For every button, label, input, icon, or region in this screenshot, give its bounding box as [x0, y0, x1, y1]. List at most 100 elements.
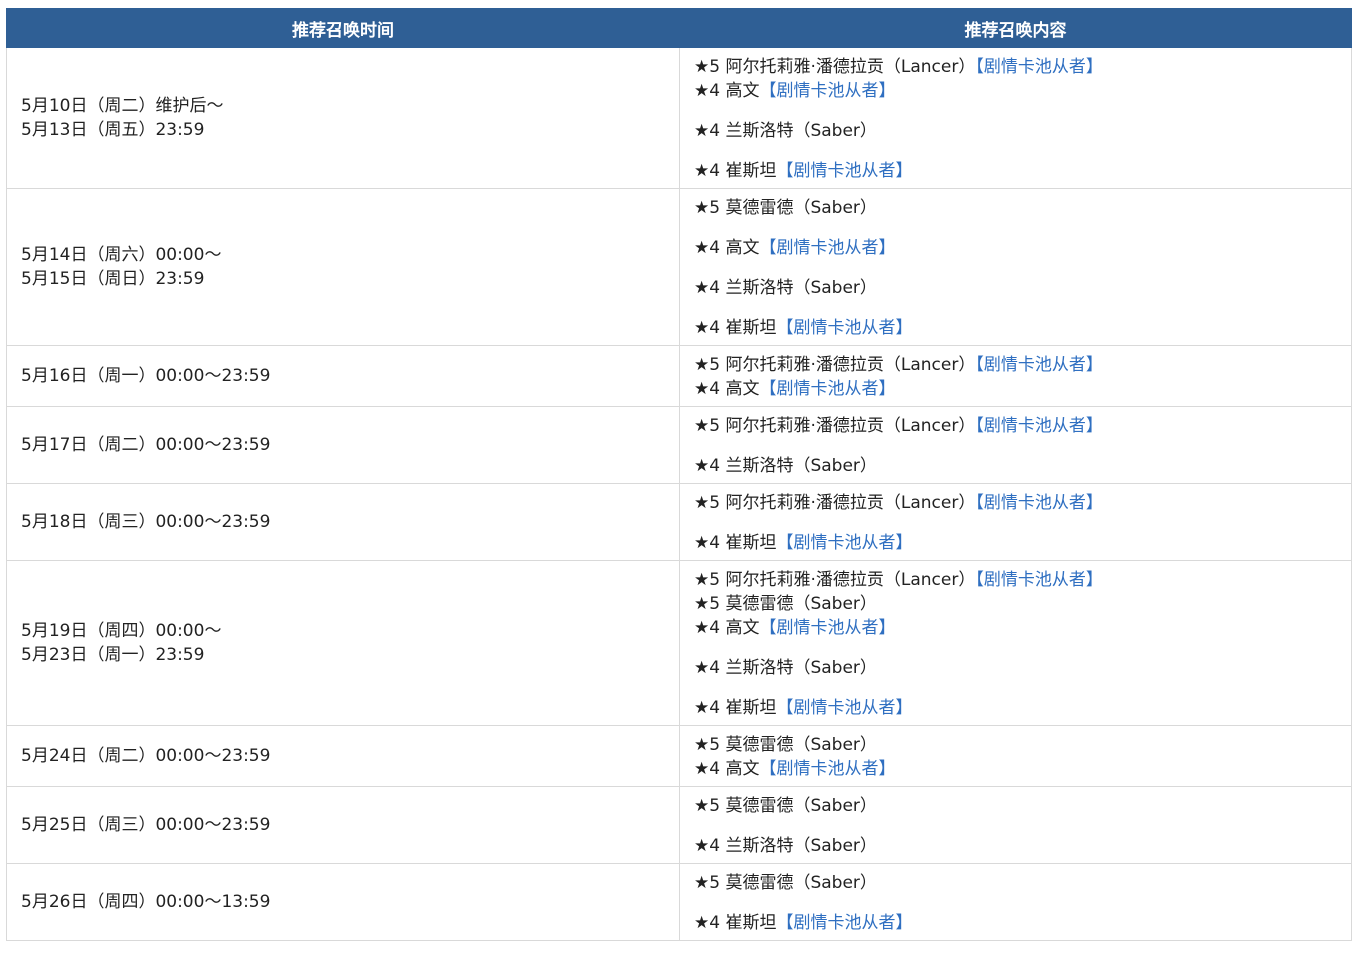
summon-time-cell: 5月16日（周一）00:00～23:59: [6, 345, 680, 407]
servant-name: ★5 阿尔托莉雅·潘德拉贡（Lancer）: [694, 355, 976, 375]
servant-name: ★4 高文: [694, 618, 760, 638]
summon-time-cell: 5月25日（周三）00:00～23:59: [6, 786, 680, 864]
servant-entry: ★4 高文【剧情卡池从者】: [694, 757, 1351, 781]
summon-time-text: 5月17日（周二）00:00～23:59: [21, 435, 271, 455]
summon-time-cell: 5月17日（周二）00:00～23:59: [6, 406, 680, 484]
summon-time-text: 5月18日（周三）00:00～23:59: [21, 512, 271, 532]
summon-time-cell: 5月19日（周四）00:00～ 5月23日（周一）23:59: [6, 560, 680, 726]
servant-name: ★4 崔斯坦: [694, 318, 777, 338]
servant-entry: ★4 崔斯坦【剧情卡池从者】: [694, 696, 1351, 720]
servant-name: ★5 莫德雷德（Saber）: [694, 735, 877, 755]
story-pool-tag: 【剧情卡池从者】: [759, 238, 896, 258]
story-pool-tag: 【剧情卡池从者】: [776, 318, 913, 338]
summon-time-text: 5月19日（周四）00:00～: [21, 621, 222, 641]
servant-entry: ★5 阿尔托莉雅·潘德拉贡（Lancer）【剧情卡池从者】: [694, 353, 1351, 377]
summon-content-cell: ★5 莫德雷德（Saber） ★4 高文【剧情卡池从者】 ★4 兰斯洛特（Saber…: [679, 188, 1352, 346]
summon-time-text: 5月14日（周六）00:00～: [21, 245, 222, 265]
servant-entry: ★4 高文【剧情卡池从者】: [694, 377, 1351, 401]
servant-name: ★4 崔斯坦: [694, 913, 777, 933]
summon-schedule: 推荐召唤时间 推荐召唤内容 5月10日（周二）维护后～ 5月13日（周五）23:5…: [6, 8, 1352, 941]
story-pool-tag: 【剧情卡池从者】: [776, 698, 913, 718]
story-pool-tag: 【剧情卡池从者】: [975, 57, 1103, 77]
servant-name: ★5 莫德雷德（Saber）: [694, 198, 877, 218]
summon-content-cell: ★5 阿尔托莉雅·潘德拉贡（Lancer）【剧情卡池从者】 ★4 兰斯洛特（Sab…: [679, 406, 1352, 484]
servant-name: ★5 阿尔托莉雅·潘德拉贡（Lancer）: [694, 416, 976, 436]
servant-entry: ★4 崔斯坦【剧情卡池从者】: [694, 159, 1351, 183]
servant-entry: ★4 兰斯洛特（Saber）: [694, 454, 1351, 478]
header-summon-content: 推荐召唤内容: [679, 8, 1352, 48]
servant-entry: ★5 莫德雷德（Saber）: [694, 592, 1351, 616]
summon-content-cell: ★5 阿尔托莉雅·潘德拉贡（Lancer）【剧情卡池从者】 ★4 高文【剧情卡池从…: [679, 345, 1352, 407]
summon-content-cell: ★5 莫德雷德（Saber） ★4 崔斯坦【剧情卡池从者】: [679, 863, 1352, 941]
servant-entry: ★5 莫德雷德（Saber）: [694, 871, 1351, 895]
servant-entry: ★4 兰斯洛特（Saber）: [694, 119, 1351, 143]
servant-name: ★4 崔斯坦: [694, 533, 777, 553]
servant-name: ★4 崔斯坦: [694, 698, 777, 718]
servant-entry: ★4 崔斯坦【剧情卡池从者】: [694, 911, 1351, 935]
story-pool-tag: 【剧情卡池从者】: [776, 161, 913, 181]
servant-name: ★4 兰斯洛特（Saber）: [694, 121, 877, 141]
story-pool-tag: 【剧情卡池从者】: [759, 618, 896, 638]
table-row: 5月16日（周一）00:00～23:59 ★5 阿尔托莉雅·潘德拉贡（Lancer…: [6, 345, 1352, 407]
servant-entry: ★4 崔斯坦【剧情卡池从者】: [694, 316, 1351, 340]
summon-time-text: 5月26日（周四）00:00～13:59: [21, 892, 271, 912]
story-pool-tag: 【剧情卡池从者】: [759, 379, 896, 399]
table-body: 5月10日（周二）维护后～ 5月13日（周五）23:59 ★5 阿尔托莉雅·潘德拉贡…: [6, 47, 1352, 941]
summon-time-text: 5月23日（周一）23:59: [21, 645, 205, 665]
summon-content-cell: ★5 莫德雷德（Saber） ★4 高文【剧情卡池从者】: [679, 725, 1352, 787]
summon-content-cell: ★5 阿尔托莉雅·潘德拉贡（Lancer）【剧情卡池从者】 ★5 莫德雷德（Sab…: [679, 560, 1352, 726]
servant-entry: ★5 阿尔托莉雅·潘德拉贡（Lancer）【剧情卡池从者】: [694, 491, 1351, 515]
table-row: 5月17日（周二）00:00～23:59 ★5 阿尔托莉雅·潘德拉贡（Lancer…: [6, 406, 1352, 484]
table-row: 5月10日（周二）维护后～ 5月13日（周五）23:59 ★5 阿尔托莉雅·潘德拉贡…: [6, 47, 1352, 189]
servant-entry: ★5 阿尔托莉雅·潘德拉贡（Lancer）【剧情卡池从者】: [694, 55, 1351, 79]
servant-name: ★4 高文: [694, 238, 760, 258]
servant-name: ★4 高文: [694, 379, 760, 399]
servant-entry: ★5 阿尔托莉雅·潘德拉贡（Lancer）【剧情卡池从者】: [694, 568, 1351, 592]
story-pool-tag: 【剧情卡池从者】: [975, 416, 1103, 436]
summon-time-cell: 5月26日（周四）00:00～13:59: [6, 863, 680, 941]
servant-name: ★4 兰斯洛特（Saber）: [694, 278, 877, 298]
servant-name: ★4 兰斯洛特（Saber）: [694, 456, 877, 476]
table-row: 5月14日（周六）00:00～ 5月15日（周日）23:59 ★5 莫德雷德（Sab…: [6, 188, 1352, 346]
story-pool-tag: 【剧情卡池从者】: [975, 570, 1103, 590]
servant-entry: ★4 高文【剧情卡池从者】: [694, 79, 1351, 103]
story-pool-tag: 【剧情卡池从者】: [776, 533, 913, 553]
servant-entry: ★4 高文【剧情卡池从者】: [694, 616, 1351, 640]
servant-name: ★4 兰斯洛特（Saber）: [694, 658, 877, 678]
servant-name: ★5 莫德雷德（Saber）: [694, 873, 877, 893]
summon-table: 推荐召唤时间 推荐召唤内容 5月10日（周二）维护后～ 5月13日（周五）23:5…: [6, 8, 1352, 941]
summon-time-text: 5月25日（周三）00:00～23:59: [21, 815, 271, 835]
summon-content-cell: ★5 阿尔托莉雅·潘德拉贡（Lancer）【剧情卡池从者】 ★4 高文【剧情卡池从…: [679, 47, 1352, 189]
summon-content-cell: ★5 莫德雷德（Saber） ★4 兰斯洛特（Saber）: [679, 786, 1352, 864]
servant-name: ★5 莫德雷德（Saber）: [694, 594, 877, 614]
summon-time-text: 5月13日（周五）23:59: [21, 120, 205, 140]
story-pool-tag: 【剧情卡池从者】: [776, 913, 913, 933]
servant-name: ★5 阿尔托莉雅·潘德拉贡（Lancer）: [694, 493, 976, 513]
servant-name: ★4 兰斯洛特（Saber）: [694, 836, 877, 856]
servant-entry: ★5 莫德雷德（Saber）: [694, 733, 1351, 757]
summon-time-text: 5月24日（周二）00:00～23:59: [21, 746, 271, 766]
table-header-row: 推荐召唤时间 推荐召唤内容: [6, 8, 1352, 48]
servant-entry: ★4 兰斯洛特（Saber）: [694, 276, 1351, 300]
servant-entry: ★4 崔斯坦【剧情卡池从者】: [694, 531, 1351, 555]
servant-name: ★5 莫德雷德（Saber）: [694, 796, 877, 816]
table-row: 5月26日（周四）00:00～13:59 ★5 莫德雷德（Saber） ★4 崔斯坦…: [6, 863, 1352, 941]
summon-time-cell: 5月14日（周六）00:00～ 5月15日（周日）23:59: [6, 188, 680, 346]
table-row: 5月25日（周三）00:00～23:59 ★5 莫德雷德（Saber） ★4 兰斯洛…: [6, 786, 1352, 864]
servant-entry: ★4 兰斯洛特（Saber）: [694, 656, 1351, 680]
story-pool-tag: 【剧情卡池从者】: [975, 355, 1103, 375]
table-row: 5月24日（周二）00:00～23:59 ★5 莫德雷德（Saber） ★4 高文【…: [6, 725, 1352, 787]
servant-entry: ★4 高文【剧情卡池从者】: [694, 236, 1351, 260]
servant-name: ★5 阿尔托莉雅·潘德拉贡（Lancer）: [694, 57, 976, 77]
servant-entry: ★5 莫德雷德（Saber）: [694, 794, 1351, 818]
servant-entry: ★5 莫德雷德（Saber）: [694, 196, 1351, 220]
table-row: 5月18日（周三）00:00～23:59 ★5 阿尔托莉雅·潘德拉贡（Lancer…: [6, 483, 1352, 561]
summon-content-cell: ★5 阿尔托莉雅·潘德拉贡（Lancer）【剧情卡池从者】 ★4 崔斯坦【剧情卡池…: [679, 483, 1352, 561]
header-summon-time: 推荐召唤时间: [6, 8, 680, 48]
servant-name: ★4 高文: [694, 81, 760, 101]
story-pool-tag: 【剧情卡池从者】: [759, 759, 896, 779]
servant-name: ★4 崔斯坦: [694, 161, 777, 181]
servant-entry: ★4 兰斯洛特（Saber）: [694, 834, 1351, 858]
summon-time-cell: 5月24日（周二）00:00～23:59: [6, 725, 680, 787]
summon-time-text: 5月10日（周二）维护后～: [21, 96, 224, 116]
